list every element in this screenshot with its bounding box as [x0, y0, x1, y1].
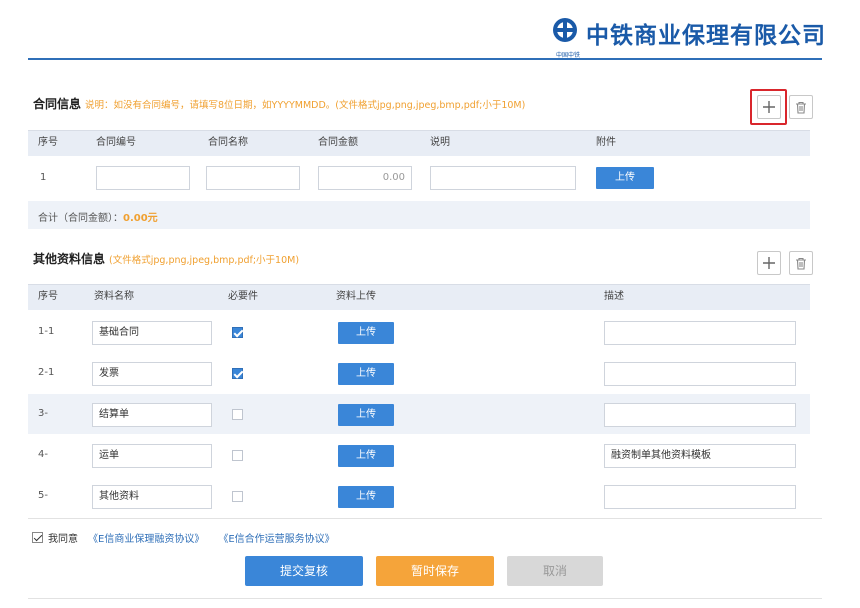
- delete-contract-button[interactable]: [789, 95, 813, 119]
- contract-section-title: 合同信息 说明：如没有合同编号，请填写8位日期，如YYYYMMDD。(文件格式jp…: [33, 97, 526, 111]
- table-row: 1-1 基础合同 上传: [28, 312, 810, 352]
- temporary-save-button[interactable]: 暂时保存: [376, 556, 494, 586]
- material-description-input[interactable]: 融资制单其他资料模板: [604, 444, 796, 468]
- row-index: 3-: [38, 408, 48, 419]
- table-row: 5- 其他资料 上传: [28, 476, 810, 516]
- contract-total-row: 合计（合同金额）：0.00元: [28, 201, 810, 229]
- total-label: 合计（合同金额）：0.00元: [38, 213, 158, 224]
- contract-description-input[interactable]: [430, 166, 576, 190]
- contract-number-input[interactable]: [96, 166, 190, 190]
- agree-checkbox[interactable]: [32, 532, 43, 543]
- col-index: 序号: [38, 137, 58, 148]
- crec-emblem-icon: 中国中铁: [548, 16, 582, 59]
- material-name-input[interactable]: 其他资料: [92, 485, 212, 509]
- other-table-header: 序号 资料名称 必要件 资料上传 描述: [28, 284, 810, 310]
- required-checkbox[interactable]: [232, 409, 243, 420]
- material-upload-button[interactable]: 上传: [338, 404, 394, 426]
- row-index: 1-1: [38, 326, 55, 337]
- col-material-name: 资料名称: [94, 291, 134, 302]
- col-index: 序号: [38, 291, 58, 302]
- material-description-input[interactable]: [604, 362, 796, 386]
- trash-icon: [796, 101, 806, 114]
- operation-agreement-link[interactable]: 《E信合作运营服务协议》: [218, 530, 334, 545]
- table-row: 1 0.00 上传: [28, 156, 810, 200]
- row-index: 4-: [38, 449, 48, 460]
- add-contract-button[interactable]: [757, 95, 781, 119]
- required-checkbox[interactable]: [232, 368, 243, 379]
- col-required: 必要件: [228, 291, 258, 302]
- delete-material-button[interactable]: [789, 251, 813, 275]
- material-upload-button[interactable]: 上传: [338, 445, 394, 467]
- material-upload-button[interactable]: 上传: [338, 486, 394, 508]
- col-attachment: 附件: [596, 137, 616, 148]
- material-description-input[interactable]: [604, 403, 796, 427]
- required-checkbox[interactable]: [232, 450, 243, 461]
- total-value: 0.00元: [123, 213, 158, 224]
- table-row: 2-1 发票 上传: [28, 353, 810, 393]
- contract-amount-input[interactable]: 0.00: [318, 166, 412, 190]
- table-row: 4- 运单 上传 融资制单其他资料模板: [28, 435, 810, 475]
- trash-icon: [796, 257, 806, 270]
- cancel-button[interactable]: 取消: [507, 556, 603, 586]
- material-upload-button[interactable]: 上传: [338, 322, 394, 344]
- bottom-divider: [28, 598, 822, 599]
- section-divider: [28, 518, 822, 519]
- material-description-input[interactable]: [604, 485, 796, 509]
- plus-icon: [763, 257, 775, 269]
- agree-label: 我同意: [48, 534, 78, 545]
- other-section-title: 其他资料信息 (文件格式jpg,png,jpeg,bmp,pdf;小于10M): [33, 252, 300, 266]
- financing-agreement-link[interactable]: 《E信商业保理融资协议》: [88, 530, 204, 545]
- row-index: 1: [40, 172, 47, 183]
- agreement-row: 我同意 《E信商业保理融资协议》 《E信合作运营服务协议》: [32, 530, 335, 545]
- col-contract-amount: 合同金额: [318, 137, 358, 148]
- page-header: 中国中铁 中铁商业保理有限公司: [0, 0, 860, 62]
- row-index: 5-: [38, 490, 48, 501]
- contract-upload-button[interactable]: 上传: [596, 167, 654, 189]
- header-divider: [28, 58, 822, 60]
- material-upload-button[interactable]: 上传: [338, 363, 394, 385]
- submit-review-button[interactable]: 提交复核: [245, 556, 363, 586]
- material-name-input[interactable]: 结算单: [92, 403, 212, 427]
- contract-note: 说明：如没有合同编号，请填写8位日期，如YYYYMMDD。(文件格式jpg,pn…: [85, 100, 526, 111]
- company-name: 中铁商业保理有限公司: [586, 23, 826, 49]
- material-description-input[interactable]: [604, 321, 796, 345]
- col-material-upload: 资料上传: [336, 291, 376, 302]
- table-row: 3- 结算单 上传: [28, 394, 810, 434]
- row-index: 2-1: [38, 367, 55, 378]
- contract-name-input[interactable]: [206, 166, 300, 190]
- col-contract-name: 合同名称: [208, 137, 248, 148]
- add-material-button[interactable]: [757, 251, 781, 275]
- required-checkbox[interactable]: [232, 491, 243, 502]
- col-description: 说明: [430, 137, 450, 148]
- col-contract-number: 合同编号: [96, 137, 136, 148]
- material-name-input[interactable]: 运单: [92, 444, 212, 468]
- plus-icon: [763, 101, 775, 113]
- material-name-input[interactable]: 发票: [92, 362, 212, 386]
- material-name-input[interactable]: 基础合同: [92, 321, 212, 345]
- company-logo: 中国中铁 中铁商业保理有限公司: [548, 16, 826, 59]
- contract-table-header: 序号 合同编号 合同名称 合同金额 说明 附件: [28, 130, 810, 156]
- other-note: (文件格式jpg,png,jpeg,bmp,pdf;小于10M): [109, 255, 300, 266]
- required-checkbox[interactable]: [232, 327, 243, 338]
- col-material-description: 描述: [604, 291, 624, 302]
